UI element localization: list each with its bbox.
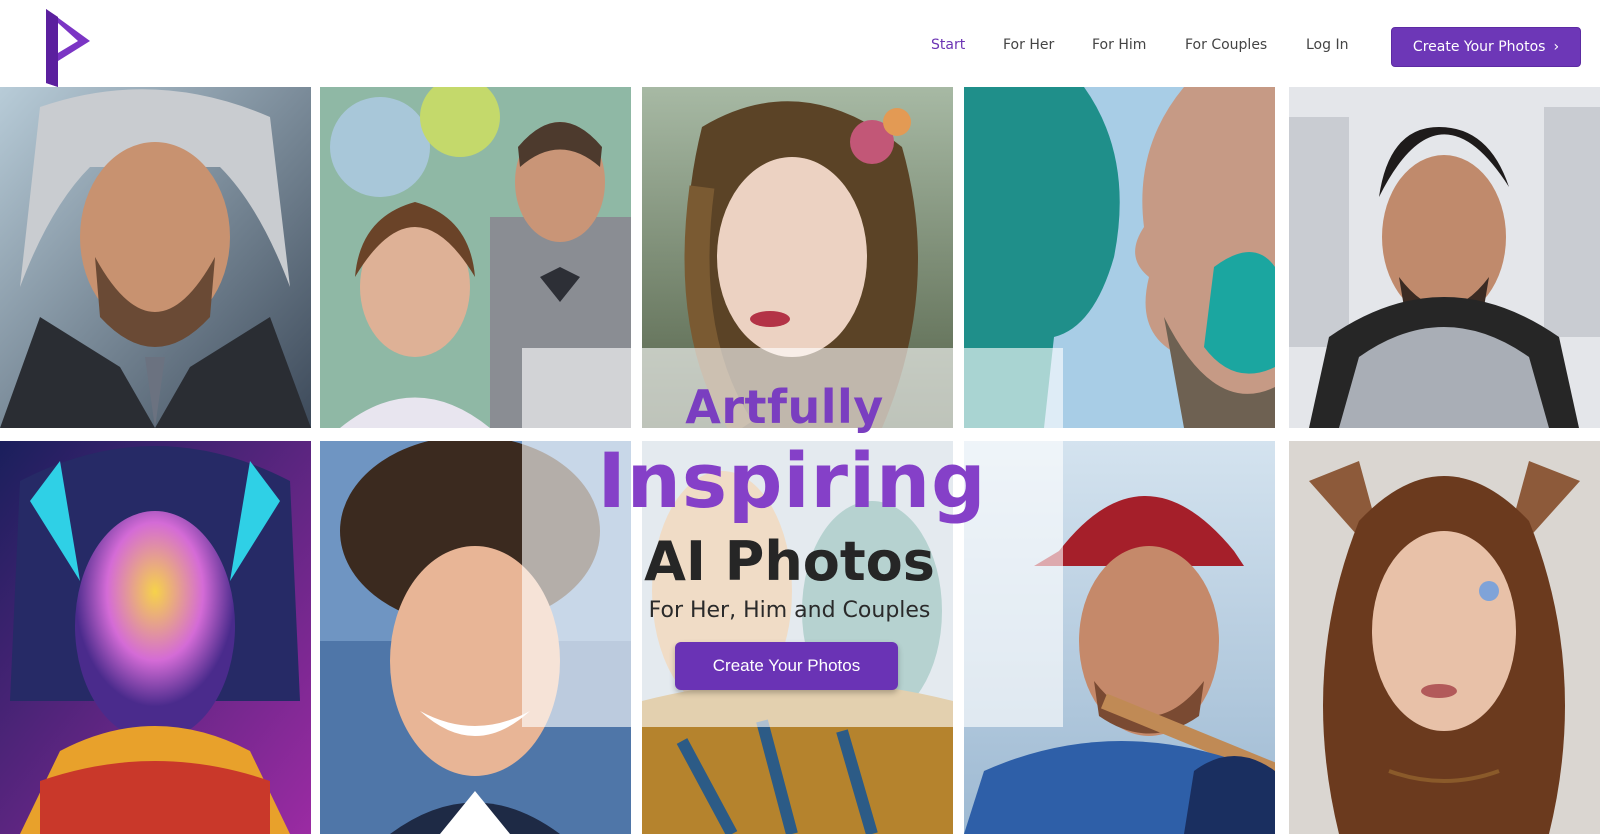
- site-header: Start For Her For Him For Couples Log In…: [0, 0, 1600, 87]
- nav-for-him[interactable]: For Him: [1092, 37, 1146, 53]
- hero-title-line-3: AI Photos: [644, 530, 935, 593]
- create-photos-header-label: Create Your Photos: [1412, 39, 1546, 55]
- gallery-tile-6[interactable]: [0, 441, 311, 834]
- gallery-tile-5[interactable]: [1289, 87, 1600, 428]
- create-photos-hero-label: Create Your Photos: [712, 656, 861, 675]
- create-photos-hero-button[interactable]: Create Your Photos: [675, 642, 898, 690]
- nav-for-her[interactable]: For Her: [1003, 37, 1054, 53]
- nav-start[interactable]: Start: [931, 37, 965, 53]
- chevron-right-icon: ›: [1553, 39, 1560, 55]
- portrait-image: [1289, 441, 1600, 834]
- portrait-image: [0, 87, 311, 428]
- portrait-image: [1289, 87, 1600, 428]
- gallery-tile-10[interactable]: [1289, 441, 1600, 834]
- nav-log-in[interactable]: Log In: [1306, 37, 1348, 53]
- gallery-tile-1[interactable]: [0, 87, 311, 428]
- nav-for-couples[interactable]: For Couples: [1185, 37, 1267, 53]
- hero-title-line-1: Artfully: [685, 380, 884, 434]
- main-nav: Start For Her For Him For Couples Log In…: [0, 0, 1600, 87]
- portrait-image: [0, 441, 311, 834]
- create-photos-header-button[interactable]: Create Your Photos ›: [1391, 27, 1581, 67]
- hero-title-line-2: Inspiring: [597, 436, 987, 525]
- hero-subtitle: For Her, Him and Couples: [648, 598, 931, 623]
